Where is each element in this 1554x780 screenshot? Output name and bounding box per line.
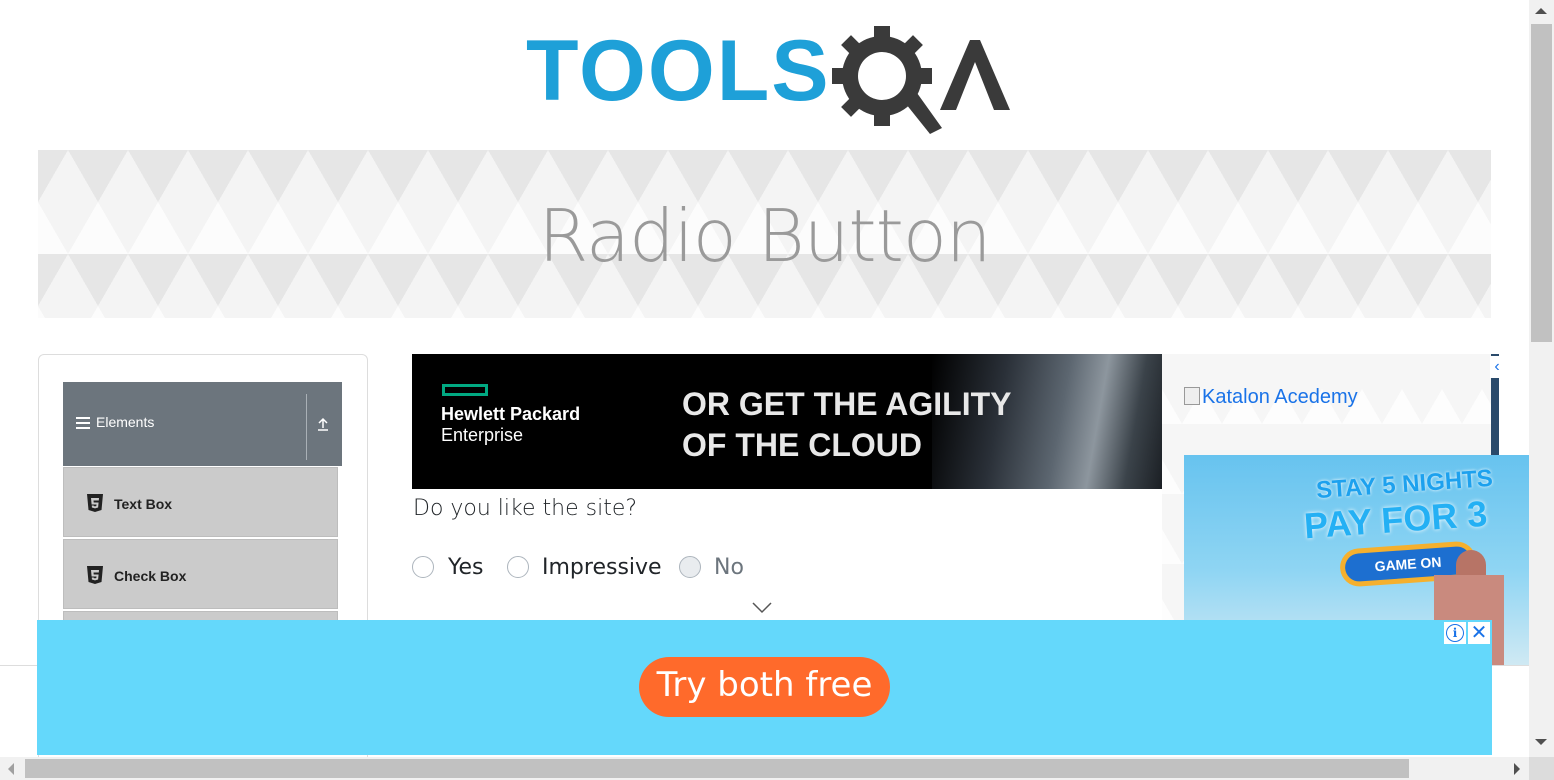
scroll-left-icon[interactable] — [8, 763, 14, 775]
ad-headline-line1: OR GET THE AGILITY — [682, 386, 1012, 422]
radio-yes-label[interactable]: Yes — [448, 555, 484, 580]
page-banner: Radio Button — [38, 150, 1491, 318]
hpe-ad-banner[interactable]: Hewlett Packard Enterprise OR GET THE AG… — [412, 354, 1162, 489]
horizontal-scrollbar[interactable] — [0, 757, 1529, 780]
radio-impressive[interactable] — [507, 556, 529, 578]
broken-image-icon — [1184, 387, 1200, 405]
sidebar-group-elements[interactable]: Elements — [63, 382, 342, 466]
katalon-academy-link[interactable]: Katalon Acedemy — [1184, 386, 1358, 409]
horizontal-scroll-thumb[interactable] — [25, 759, 1409, 778]
sidebar-item-text-box[interactable]: Text Box — [63, 467, 338, 537]
radio-no-label: No — [714, 555, 744, 580]
scrollbar-corner — [1529, 757, 1554, 780]
header-divider — [306, 394, 307, 460]
radio-yes[interactable] — [412, 556, 434, 578]
hamburger-icon — [76, 417, 90, 432]
sidebar-item-check-box[interactable]: Check Box — [63, 539, 338, 609]
chevron-left-icon[interactable]: ‹ — [1490, 356, 1504, 378]
upload-icon[interactable] — [315, 416, 331, 432]
ad-headline: OR GET THE AGILITY OF THE CLOUD — [682, 384, 1011, 466]
scroll-right-icon[interactable] — [1514, 763, 1520, 775]
scroll-up-icon[interactable] — [1535, 8, 1547, 14]
close-icon[interactable]: ✕ — [1468, 622, 1490, 644]
info-icon: i — [1446, 624, 1464, 642]
toolsqa-logo[interactable]: TOOLS — [526, 24, 1010, 136]
logo-tools-text: TOOLS — [526, 23, 831, 119]
ad-info-button[interactable]: i — [1444, 622, 1466, 644]
ad-headline-line2: OF THE CLOUD — [682, 427, 922, 463]
html5-icon — [87, 494, 103, 512]
sidebar-group-label: Elements — [96, 414, 155, 430]
chevron-down-icon[interactable] — [752, 602, 772, 614]
logo-gear-qa-icon — [832, 26, 1010, 134]
ad-brand-line1: Hewlett Packard — [441, 404, 581, 424]
question-text: Do you like the site? — [413, 496, 638, 521]
page-title: Radio Button — [538, 194, 991, 278]
sidebar-item-label: Text Box — [114, 496, 173, 512]
radio-impressive-label[interactable]: Impressive — [542, 555, 662, 580]
scroll-down-icon[interactable] — [1535, 739, 1547, 745]
vertical-scroll-thumb[interactable] — [1531, 24, 1552, 342]
bottom-ad[interactable]: Try both free i ✕ — [37, 620, 1492, 755]
hpe-logo-icon — [442, 384, 488, 396]
page-footer-strip-right — [1492, 665, 1529, 756]
radio-no — [679, 556, 701, 578]
sidebar-item-label: Check Box — [114, 568, 187, 584]
katalon-link-text: Katalon Acedemy — [1202, 386, 1358, 408]
page-footer-strip-left — [0, 665, 37, 756]
vertical-scrollbar[interactable] — [1529, 0, 1554, 757]
html5-icon — [87, 566, 103, 584]
ad-brand-line2: Enterprise — [441, 425, 524, 445]
try-both-free-button[interactable]: Try both free — [639, 657, 890, 717]
